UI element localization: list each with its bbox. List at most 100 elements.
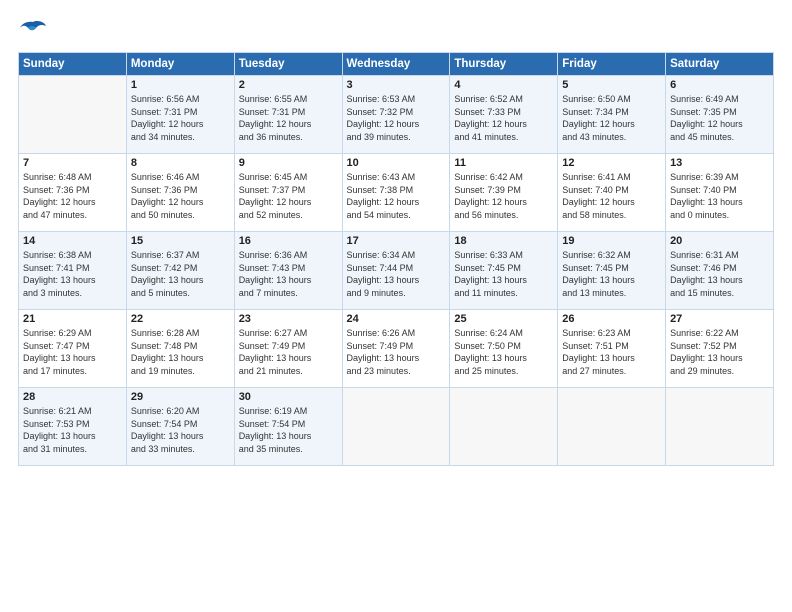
calendar-cell: 25 Sunrise: 6:24 AMSunset: 7:50 PMDayligh… xyxy=(450,310,558,388)
day-number: 15 xyxy=(131,235,230,247)
cell-info: Sunrise: 6:34 AMSunset: 7:44 PMDaylight:… xyxy=(347,249,446,299)
calendar-cell: 20Sunrise: 6:31 AMSunset: 7:46 PMDayligh… xyxy=(666,232,774,310)
cell-info: Sunrise: 6:29 AMSunset: 7:47 PMDaylight:… xyxy=(23,327,122,377)
cell-info: Sunrise: 6:55 AMSunset: 7:31 PMDaylight:… xyxy=(239,93,338,143)
logo xyxy=(18,18,52,42)
day-number: 24 xyxy=(347,313,446,325)
calendar-cell: 9 Sunrise: 6:45 AMSunset: 7:37 PMDaylight… xyxy=(234,154,342,232)
header xyxy=(18,18,774,42)
calendar-cell: 2Sunrise: 6:55 AMSunset: 7:31 PMDaylight… xyxy=(234,76,342,154)
column-header-monday: Monday xyxy=(126,53,234,76)
day-number: 19 xyxy=(562,235,661,247)
calendar-cell: 10 Sunrise: 6:43 AMSunset: 7:38 PMDayligh… xyxy=(342,154,450,232)
cell-info: Sunrise: 6:27 AMSunset: 7:49 PMDaylight:… xyxy=(239,327,338,377)
cell-info: Sunrise: 6:38 AMSunset: 7:41 PMDaylight:… xyxy=(23,249,122,299)
column-header-tuesday: Tuesday xyxy=(234,53,342,76)
day-number: 30 xyxy=(239,391,338,403)
day-number: 21 xyxy=(23,313,122,325)
cell-info: Sunrise: 6:46 AMSunset: 7:36 PMDaylight:… xyxy=(131,171,230,221)
calendar-cell: 8 Sunrise: 6:46 AMSunset: 7:36 PMDaylight… xyxy=(126,154,234,232)
calendar-cell xyxy=(666,388,774,466)
column-header-wednesday: Wednesday xyxy=(342,53,450,76)
cell-info: Sunrise: 6:19 AMSunset: 7:54 PMDaylight:… xyxy=(239,405,338,455)
day-number: 12 xyxy=(562,157,661,169)
calendar-cell: 26Sunrise: 6:23 AMSunset: 7:51 PMDayligh… xyxy=(558,310,666,388)
calendar-cell: 30 Sunrise: 6:19 AMSunset: 7:54 PMDayligh… xyxy=(234,388,342,466)
day-number: 4 xyxy=(454,79,553,91)
day-number: 1 xyxy=(131,79,230,91)
day-number: 27 xyxy=(670,313,769,325)
page: SundayMondayTuesdayWednesdayThursdayFrid… xyxy=(0,0,792,612)
cell-info: Sunrise: 6:49 AMSunset: 7:35 PMDaylight:… xyxy=(670,93,769,143)
calendar-row: 1Sunrise: 6:56 AMSunset: 7:31 PMDaylight… xyxy=(19,76,774,154)
calendar-cell: 16 Sunrise: 6:36 AMSunset: 7:43 PMDayligh… xyxy=(234,232,342,310)
calendar-cell: 7 Sunrise: 6:48 AMSunset: 7:36 PMDaylight… xyxy=(19,154,127,232)
column-header-sunday: Sunday xyxy=(19,53,127,76)
day-number: 25 xyxy=(454,313,553,325)
cell-info: Sunrise: 6:39 AMSunset: 7:40 PMDaylight:… xyxy=(670,171,769,221)
day-number: 5 xyxy=(562,79,661,91)
calendar-cell xyxy=(19,76,127,154)
cell-info: Sunrise: 6:42 AMSunset: 7:39 PMDaylight:… xyxy=(454,171,553,221)
cell-info: Sunrise: 6:22 AMSunset: 7:52 PMDaylight:… xyxy=(670,327,769,377)
calendar-cell: 22 Sunrise: 6:28 AMSunset: 7:48 PMDayligh… xyxy=(126,310,234,388)
calendar-row: 28 Sunrise: 6:21 AMSunset: 7:53 PMDayligh… xyxy=(19,388,774,466)
calendar-cell: 18Sunrise: 6:33 AMSunset: 7:45 PMDayligh… xyxy=(450,232,558,310)
day-number: 6 xyxy=(670,79,769,91)
day-number: 9 xyxy=(239,157,338,169)
calendar-cell: 4 Sunrise: 6:52 AMSunset: 7:33 PMDaylight… xyxy=(450,76,558,154)
cell-info: Sunrise: 6:45 AMSunset: 7:37 PMDaylight:… xyxy=(239,171,338,221)
day-number: 13 xyxy=(670,157,769,169)
calendar-cell: 28 Sunrise: 6:21 AMSunset: 7:53 PMDayligh… xyxy=(19,388,127,466)
column-header-saturday: Saturday xyxy=(666,53,774,76)
cell-info: Sunrise: 6:32 AMSunset: 7:45 PMDaylight:… xyxy=(562,249,661,299)
calendar-cell: 17 Sunrise: 6:34 AMSunset: 7:44 PMDayligh… xyxy=(342,232,450,310)
calendar-cell xyxy=(558,388,666,466)
cell-info: Sunrise: 6:24 AMSunset: 7:50 PMDaylight:… xyxy=(454,327,553,377)
day-number: 16 xyxy=(239,235,338,247)
cell-info: Sunrise: 6:26 AMSunset: 7:49 PMDaylight:… xyxy=(347,327,446,377)
calendar-cell xyxy=(450,388,558,466)
cell-info: Sunrise: 6:28 AMSunset: 7:48 PMDaylight:… xyxy=(131,327,230,377)
cell-info: Sunrise: 6:41 AMSunset: 7:40 PMDaylight:… xyxy=(562,171,661,221)
calendar-row: 21 Sunrise: 6:29 AMSunset: 7:47 PMDayligh… xyxy=(19,310,774,388)
day-number: 17 xyxy=(347,235,446,247)
day-number: 18 xyxy=(454,235,553,247)
calendar-cell: 12 Sunrise: 6:41 AMSunset: 7:40 PMDayligh… xyxy=(558,154,666,232)
calendar-cell: 5 Sunrise: 6:50 AMSunset: 7:34 PMDaylight… xyxy=(558,76,666,154)
cell-info: Sunrise: 6:23 AMSunset: 7:51 PMDaylight:… xyxy=(562,327,661,377)
calendar-cell: 14 Sunrise: 6:38 AMSunset: 7:41 PMDayligh… xyxy=(19,232,127,310)
day-number: 3 xyxy=(347,79,446,91)
calendar-cell: 24 Sunrise: 6:26 AMSunset: 7:49 PMDayligh… xyxy=(342,310,450,388)
day-number: 22 xyxy=(131,313,230,325)
cell-info: Sunrise: 6:48 AMSunset: 7:36 PMDaylight:… xyxy=(23,171,122,221)
calendar-cell: 23Sunrise: 6:27 AMSunset: 7:49 PMDayligh… xyxy=(234,310,342,388)
day-number: 20 xyxy=(670,235,769,247)
calendar-cell: 29 Sunrise: 6:20 AMSunset: 7:54 PMDayligh… xyxy=(126,388,234,466)
header-row: SundayMondayTuesdayWednesdayThursdayFrid… xyxy=(19,53,774,76)
calendar-header: SundayMondayTuesdayWednesdayThursdayFrid… xyxy=(19,53,774,76)
day-number: 14 xyxy=(23,235,122,247)
cell-info: Sunrise: 6:53 AMSunset: 7:32 PMDaylight:… xyxy=(347,93,446,143)
calendar-cell: 21 Sunrise: 6:29 AMSunset: 7:47 PMDayligh… xyxy=(19,310,127,388)
column-header-thursday: Thursday xyxy=(450,53,558,76)
calendar-cell: 11 Sunrise: 6:42 AMSunset: 7:39 PMDayligh… xyxy=(450,154,558,232)
calendar-cell: 27 Sunrise: 6:22 AMSunset: 7:52 PMDayligh… xyxy=(666,310,774,388)
cell-info: Sunrise: 6:21 AMSunset: 7:53 PMDaylight:… xyxy=(23,405,122,455)
cell-info: Sunrise: 6:20 AMSunset: 7:54 PMDaylight:… xyxy=(131,405,230,455)
cell-info: Sunrise: 6:43 AMSunset: 7:38 PMDaylight:… xyxy=(347,171,446,221)
day-number: 8 xyxy=(131,157,230,169)
calendar-body: 1Sunrise: 6:56 AMSunset: 7:31 PMDaylight… xyxy=(19,76,774,466)
day-number: 28 xyxy=(23,391,122,403)
cell-info: Sunrise: 6:37 AMSunset: 7:42 PMDaylight:… xyxy=(131,249,230,299)
day-number: 11 xyxy=(454,157,553,169)
calendar-cell xyxy=(342,388,450,466)
cell-info: Sunrise: 6:50 AMSunset: 7:34 PMDaylight:… xyxy=(562,93,661,143)
calendar-row: 7 Sunrise: 6:48 AMSunset: 7:36 PMDaylight… xyxy=(19,154,774,232)
day-number: 7 xyxy=(23,157,122,169)
cell-info: Sunrise: 6:52 AMSunset: 7:33 PMDaylight:… xyxy=(454,93,553,143)
day-number: 29 xyxy=(131,391,230,403)
day-number: 10 xyxy=(347,157,446,169)
column-header-friday: Friday xyxy=(558,53,666,76)
cell-info: Sunrise: 6:36 AMSunset: 7:43 PMDaylight:… xyxy=(239,249,338,299)
